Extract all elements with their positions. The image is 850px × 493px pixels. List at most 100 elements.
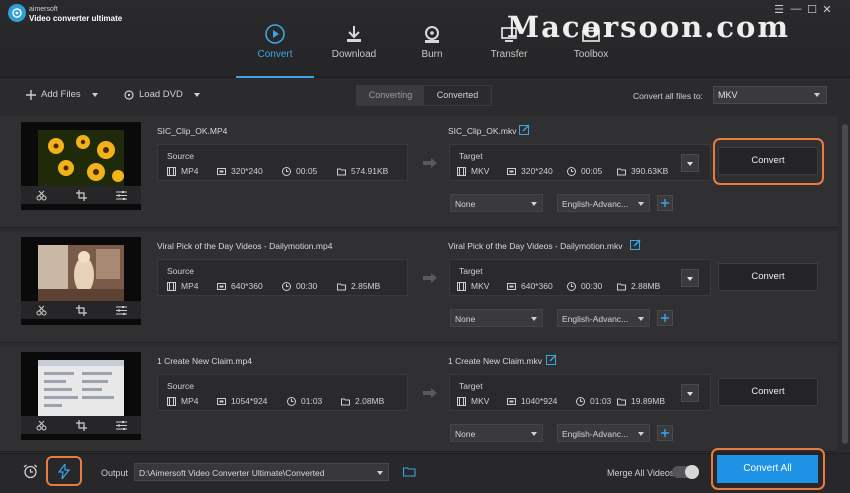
audio-track-select[interactable]: English-Advanc... — [557, 194, 650, 212]
target-file-name: 1 Create New Claim.mkv — [448, 356, 542, 366]
chevron-down-icon — [531, 317, 537, 321]
close-icon[interactable]: ✕ — [820, 3, 834, 16]
open-folder-icon[interactable] — [403, 467, 416, 477]
source-info-panel: Source MP4 1054*924 01:03 2.08MB — [157, 374, 408, 411]
list-item: Viral Pick of the Day Videos - Dailymoti… — [0, 231, 838, 343]
load-dvd-button[interactable]: Load DVD — [124, 89, 200, 100]
brand-small: aimersoft — [29, 6, 58, 13]
source-file-name: SIC_Clip_OK.MP4 — [157, 126, 228, 136]
source-info-panel: Source MP4 320*240 00:05 574.91KB — [157, 144, 408, 181]
source-info-panel: Source MP4 640*360 00:30 2.85MB — [157, 259, 408, 296]
resolution-icon — [507, 397, 516, 405]
target-resolution: 320*240 — [507, 166, 553, 176]
target-duration: 00:30 — [567, 281, 602, 291]
add-subtitle-button[interactable] — [657, 310, 673, 326]
convert-all-files-label: Convert all files to: — [633, 91, 703, 101]
source-file-name: 1 Create New Claim.mp4 — [157, 356, 252, 366]
clock-icon — [287, 396, 296, 406]
target-duration-value: 00:30 — [581, 281, 603, 291]
tab-converted[interactable]: Converted — [424, 86, 491, 105]
target-format: MKV — [457, 396, 489, 406]
audio-track-select[interactable]: English-Advanc... — [557, 309, 650, 327]
chevron-down-icon — [377, 471, 383, 475]
crop-icon[interactable] — [75, 189, 87, 201]
edit-icon[interactable] — [519, 124, 530, 135]
chevron-down-icon — [531, 202, 537, 206]
add-files-button[interactable]: Add Files — [26, 89, 98, 100]
effects-icon[interactable] — [115, 190, 127, 201]
source-format: MP4 — [167, 396, 198, 406]
nav-toolbox-label: Toolbox — [573, 49, 609, 60]
edit-icon[interactable] — [546, 354, 557, 365]
chevron-down-icon[interactable] — [193, 92, 200, 97]
folder-icon — [617, 283, 626, 290]
convert-icon — [265, 24, 285, 44]
nav-burn[interactable]: Burn — [393, 0, 471, 78]
target-info-panel: Target MKV 320*240 00:05 390.63KB — [449, 144, 711, 181]
folder-icon — [617, 398, 626, 405]
output-path-select[interactable]: D:\Aimersoft Video Converter Ultimate\Co… — [134, 463, 389, 481]
subtitle-select[interactable]: None — [450, 194, 543, 212]
edit-icon[interactable] — [630, 239, 641, 250]
resolution-icon — [217, 282, 226, 290]
clock-icon — [567, 166, 576, 176]
source-format-value: MP4 — [181, 166, 199, 176]
nav-convert[interactable]: Convert — [236, 0, 314, 78]
merge-toggle[interactable] — [672, 465, 699, 479]
source-size: 574.91KB — [337, 166, 388, 176]
scrollbar[interactable] — [840, 116, 850, 453]
source-size: 2.85MB — [337, 281, 380, 291]
convert-button[interactable]: Convert — [718, 263, 818, 291]
toggle-knob — [685, 465, 699, 479]
resolution-icon — [507, 282, 516, 290]
brand: aimersoft Video converter ultimate — [29, 5, 122, 23]
add-subtitle-button[interactable] — [657, 425, 673, 441]
output-format-select[interactable]: MKV — [713, 86, 827, 104]
alarm-clock-icon[interactable] — [23, 464, 38, 479]
thumbnail-image — [38, 360, 124, 416]
convert-button[interactable]: Convert — [718, 378, 818, 406]
crop-icon[interactable] — [75, 304, 87, 316]
add-subtitle-icon — [661, 314, 669, 322]
add-subtitle-button[interactable] — [657, 195, 673, 211]
scrollbar-thumb[interactable] — [842, 124, 848, 444]
arrow-right-icon — [423, 158, 437, 168]
add-files-label: Add Files — [41, 89, 81, 100]
nav-download[interactable]: Download — [315, 0, 393, 78]
tab-converting[interactable]: Converting — [357, 86, 424, 105]
target-duration: 00:05 — [567, 166, 602, 176]
high-speed-button[interactable] — [46, 456, 82, 486]
trim-icon[interactable] — [36, 190, 47, 201]
subtitle-select[interactable]: None — [450, 424, 543, 442]
target-settings-dropdown[interactable] — [681, 384, 699, 402]
subtitle-select[interactable]: None — [450, 309, 543, 327]
audio-track-value: English-Advanc... — [562, 199, 629, 209]
nav-burn-label: Burn — [421, 49, 443, 60]
source-format-value: MP4 — [181, 281, 199, 291]
maximize-icon[interactable]: ☐ — [805, 3, 819, 16]
audio-track-value: English-Advanc... — [562, 314, 629, 324]
audio-track-select[interactable]: English-Advanc... — [557, 424, 650, 442]
chevron-down-icon — [687, 277, 693, 281]
effects-icon[interactable] — [115, 305, 127, 316]
effects-icon[interactable] — [115, 420, 127, 431]
highlight-box — [711, 448, 825, 490]
nav-download-label: Download — [331, 49, 377, 60]
chevron-down-icon — [687, 162, 693, 166]
chevron-down-icon[interactable] — [91, 92, 98, 97]
clock-icon — [282, 166, 291, 176]
trim-icon[interactable] — [36, 420, 47, 431]
target-settings-dropdown[interactable] — [681, 269, 699, 287]
trim-icon[interactable] — [36, 305, 47, 316]
crop-icon[interactable] — [75, 419, 87, 431]
source-size: 2.08MB — [341, 396, 384, 406]
target-settings-dropdown[interactable] — [681, 154, 699, 172]
thumbnail-tools — [21, 186, 141, 204]
minimize-icon[interactable]: — — [789, 3, 803, 15]
thumbnail-tools — [21, 416, 141, 434]
clock-icon — [282, 281, 291, 291]
source-resolution: 640*360 — [217, 281, 263, 291]
source-size-value: 2.08MB — [355, 396, 385, 406]
chevron-down-icon — [638, 202, 644, 206]
target-format: MKV — [457, 281, 489, 291]
